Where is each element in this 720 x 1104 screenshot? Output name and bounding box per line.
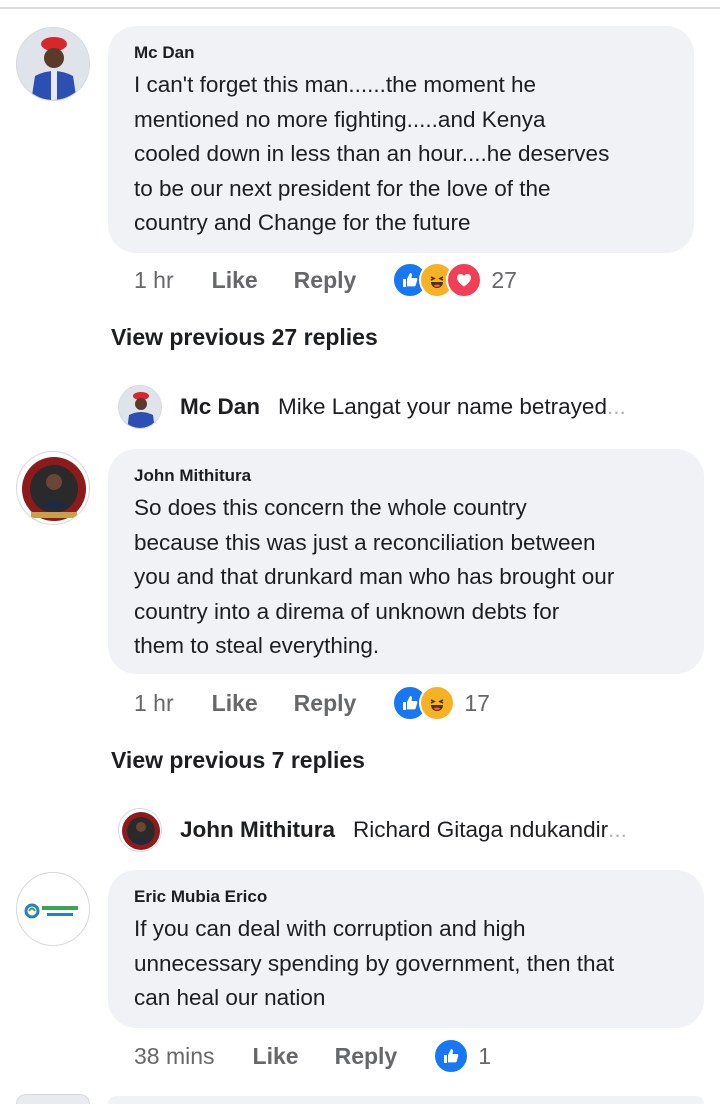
comment-actions: 38 mins Like Reply 1: [134, 1038, 491, 1074]
latest-reply-preview[interactable]: Mc Dan Mike Langat your name betrayed ..…: [118, 385, 698, 429]
comment-timestamp[interactable]: 38 mins: [134, 1043, 215, 1070]
avatar[interactable]: [16, 451, 90, 525]
haha-icon: [419, 685, 456, 721]
reply-author[interactable]: Mc Dan: [180, 394, 260, 420]
reply-button[interactable]: Reply: [294, 267, 357, 294]
comment-text: If you can deal with corruption and high…: [134, 916, 615, 1010]
avatar[interactable]: [16, 872, 90, 946]
comment-author[interactable]: John Mithitura: [134, 465, 678, 487]
reactions-summary[interactable]: 17: [392, 685, 490, 721]
reaction-count: 27: [491, 266, 517, 293]
reply-button[interactable]: Reply: [335, 1043, 398, 1070]
reply-ellipsis: ...: [606, 394, 626, 419]
view-previous-replies-link[interactable]: View previous 7 replies: [111, 747, 365, 774]
comment-bubble: [108, 1096, 704, 1104]
top-divider: [0, 7, 720, 9]
comment-actions: 1 hr Like Reply 27: [134, 262, 517, 298]
reactions-summary[interactable]: 27: [392, 262, 517, 298]
reply-author[interactable]: John Mithitura: [180, 817, 335, 843]
like-button[interactable]: Like: [212, 690, 258, 717]
comment-bubble: Mc Dan I can't forget this man......the …: [108, 26, 694, 253]
comment-author[interactable]: Eric Mubia Erico: [134, 886, 678, 908]
reaction-count: 1: [478, 1042, 492, 1069]
latest-reply-preview[interactable]: John Mithitura Richard Gitaga ndukandir …: [118, 808, 698, 852]
comment-text: So does this concern the whole country b…: [134, 495, 615, 658]
comment-bubble: John Mithitura So does this concern the …: [108, 449, 704, 674]
avatar[interactable]: [16, 27, 90, 101]
like-button[interactable]: Like: [212, 267, 258, 294]
comment-author[interactable]: Mc Dan: [134, 42, 668, 64]
avatar[interactable]: [118, 385, 162, 429]
reply-snippet: Richard Gitaga ndukandir: [352, 817, 609, 842]
reactions-summary[interactable]: 1: [433, 1038, 491, 1074]
view-previous-replies-link[interactable]: View previous 27 replies: [111, 324, 378, 351]
reply-snippet: Mike Langat your name betrayed: [278, 394, 607, 419]
reply-ellipsis: ...: [608, 817, 627, 842]
comment-actions: 1 hr Like Reply 17: [134, 685, 490, 721]
like-icon: [433, 1038, 470, 1074]
avatar[interactable]: [16, 1094, 90, 1104]
love-icon: [446, 262, 483, 298]
comment-bubble: Eric Mubia Erico If you can deal with co…: [108, 870, 704, 1028]
comment-timestamp[interactable]: 1 hr: [134, 267, 174, 294]
avatar-eric-mubia-erico-image: [17, 873, 89, 945]
avatar-mc-dan-image: [17, 28, 89, 100]
reply-button[interactable]: Reply: [294, 690, 357, 717]
comment-timestamp[interactable]: 1 hr: [134, 690, 174, 717]
avatar[interactable]: [118, 808, 162, 852]
avatar-john-mithitura-image: [17, 452, 89, 524]
comment-text: I can't forget this man......the moment …: [134, 72, 610, 235]
like-button[interactable]: Like: [253, 1043, 299, 1070]
reaction-count: 17: [464, 689, 490, 716]
